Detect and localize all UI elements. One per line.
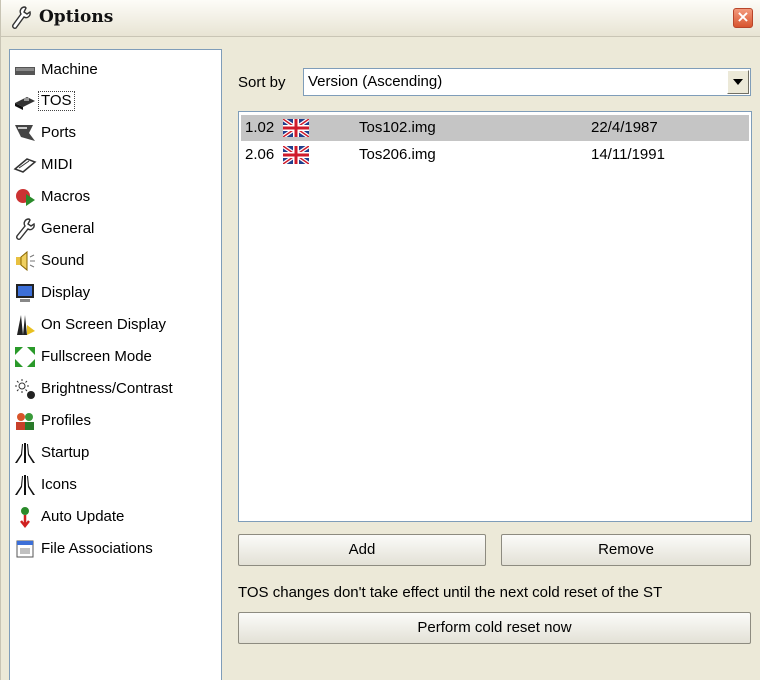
speaker-icon	[16, 250, 35, 272]
sort-by-dropdown[interactable]: Version (Ascending)	[303, 68, 751, 96]
cold-reset-button[interactable]: Perform cold reset now	[238, 612, 751, 644]
sidebar-item-on-screen-display[interactable]: On Screen Display	[10, 311, 215, 341]
machine-icon	[15, 67, 35, 75]
tos-list-row[interactable]: 2.06 Tos206.img 14/11/1991	[241, 142, 749, 168]
sidebar-item-midi[interactable]: MIDI	[10, 151, 215, 181]
sort-by-value: Version (Ascending)	[308, 73, 443, 90]
title-bar: Options ×	[1, 0, 760, 37]
auto-update-icon	[20, 507, 30, 529]
sidebar-item-tos[interactable]: TOS	[10, 87, 215, 117]
sidebar-item-general[interactable]: General	[10, 215, 215, 245]
macros-icon	[16, 189, 35, 206]
atari-logo-icon	[15, 475, 35, 495]
sidebar-item-sound[interactable]: Sound	[10, 247, 215, 277]
cold-reset-notice: TOS changes don't take effect until the …	[238, 584, 663, 601]
sidebar-item-ports[interactable]: Ports	[10, 119, 215, 149]
osd-icon	[17, 315, 35, 335]
sidebar-item-machine[interactable]: Machine	[10, 56, 215, 86]
dropdown-arrow-button[interactable]	[727, 70, 749, 94]
close-icon: ×	[736, 7, 750, 26]
remove-button[interactable]: Remove	[501, 534, 751, 566]
sidebar-item-brightness-contrast[interactable]: Brightness/Contrast	[10, 375, 215, 405]
add-button[interactable]: Add	[238, 534, 486, 566]
sort-by-label: Sort by	[238, 74, 286, 91]
uk-flag-icon	[283, 119, 309, 137]
atari-logo-icon	[15, 443, 35, 463]
uk-flag-icon	[283, 146, 309, 164]
ports-icon	[15, 125, 35, 141]
tos-chip-icon	[15, 97, 35, 110]
window-title: Options	[39, 7, 114, 27]
sidebar-item-icons[interactable]: Icons	[10, 471, 215, 501]
fullscreen-icon	[15, 347, 35, 367]
wrench-icon	[12, 6, 31, 29]
wrench-icon	[16, 218, 35, 240]
sidebar-item-auto-update[interactable]: Auto Update	[10, 503, 215, 533]
sidebar-item-startup[interactable]: Startup	[10, 439, 215, 469]
file-associations-icon	[16, 540, 34, 558]
sidebar-item-profiles[interactable]: Profiles	[10, 407, 215, 437]
profiles-icon	[16, 413, 34, 430]
tos-list-row[interactable]: 1.02 Tos102.img 22/4/1987	[241, 115, 749, 141]
tos-image-list[interactable]: 1.02 Tos102.img 22/4/1987 2.06 Tos206.im…	[238, 111, 752, 522]
brightness-icon	[15, 379, 35, 399]
chevron-down-icon	[733, 79, 743, 85]
sidebar-item-macros[interactable]: Macros	[10, 183, 215, 213]
sidebar-item-file-associations[interactable]: File Associations	[10, 535, 215, 565]
sidebar-item-fullscreen-mode[interactable]: Fullscreen Mode	[10, 343, 215, 373]
options-sidebar: Machine TOS Ports MIDI Macros General So…	[9, 49, 222, 680]
monitor-icon	[16, 284, 34, 302]
sidebar-item-display[interactable]: Display	[10, 279, 215, 309]
midi-icon	[13, 158, 37, 173]
close-button[interactable]: ×	[733, 7, 753, 28]
options-window: Options × Machine TOS Ports MIDI Macros …	[0, 0, 760, 680]
